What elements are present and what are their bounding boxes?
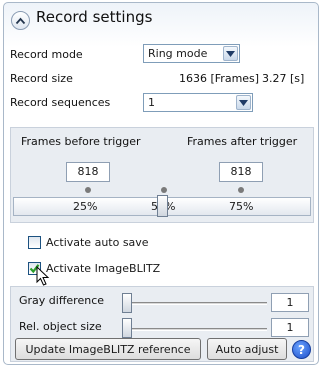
- panel-title: Record settings: [36, 8, 153, 26]
- tick-dot: [85, 187, 91, 193]
- trigger-slider[interactable]: 25% 50% 75%: [13, 195, 311, 217]
- record-sequences-label: Record sequences: [10, 96, 111, 109]
- imageblitz-group: Gray difference 1 Rel. object size 1 Upd…: [10, 286, 314, 362]
- gray-difference-input[interactable]: 1: [271, 293, 309, 312]
- dropdown-arrow-icon[interactable]: [236, 95, 251, 110]
- trigger-frames-group: Frames before trigger Frames after trigg…: [10, 127, 314, 223]
- record-sequences-select[interactable]: 1: [143, 93, 253, 112]
- tick-label-75: 75%: [229, 200, 254, 213]
- collapse-button[interactable]: [11, 11, 30, 30]
- rel-object-size-label: Rel. object size: [19, 320, 102, 333]
- mouse-cursor-icon: [36, 266, 50, 286]
- rel-object-size-input[interactable]: 1: [271, 318, 309, 337]
- help-icon[interactable]: ?: [292, 340, 311, 359]
- rel-object-size-track[interactable]: [122, 328, 267, 331]
- record-mode-value: Ring mode: [148, 47, 208, 60]
- record-settings-panel: Record settings Record mode Ring mode Re…: [3, 2, 319, 365]
- trigger-slider-thumb[interactable]: [157, 195, 168, 217]
- chevron-up-icon: [15, 17, 26, 24]
- record-mode-select[interactable]: Ring mode: [143, 44, 240, 63]
- update-imageblitz-reference-button[interactable]: Update ImageBLITZ reference: [15, 338, 201, 360]
- tick-label-25: 25%: [73, 200, 98, 213]
- gray-difference-thumb[interactable]: [122, 293, 132, 313]
- record-mode-label: Record mode: [10, 48, 83, 61]
- record-size-label: Record size: [10, 72, 73, 85]
- auto-adjust-button[interactable]: Auto adjust: [207, 338, 287, 360]
- record-sequences-value: 1: [148, 96, 155, 109]
- tick-dot: [161, 187, 167, 193]
- gray-difference-label: Gray difference: [19, 294, 105, 307]
- frames-after-label: Frames after trigger: [187, 135, 298, 148]
- dropdown-arrow-icon[interactable]: [223, 46, 238, 61]
- frames-after-input[interactable]: 818: [219, 162, 263, 182]
- auto-save-checkbox[interactable]: [28, 236, 41, 249]
- panel-header: Record settings: [4, 3, 318, 37]
- record-size-frames: 1636 [Frames]: [179, 72, 260, 85]
- rel-object-size-thumb[interactable]: [122, 318, 132, 338]
- frames-before-input[interactable]: 818: [66, 162, 110, 182]
- tick-dot: [238, 187, 244, 193]
- gray-difference-track[interactable]: [122, 302, 267, 305]
- auto-save-label: Activate auto save: [46, 236, 149, 249]
- imageblitz-label: Activate ImageBLITZ: [46, 262, 161, 275]
- record-size-seconds: 3.27 [s]: [262, 72, 305, 85]
- frames-before-label: Frames before trigger: [21, 135, 141, 148]
